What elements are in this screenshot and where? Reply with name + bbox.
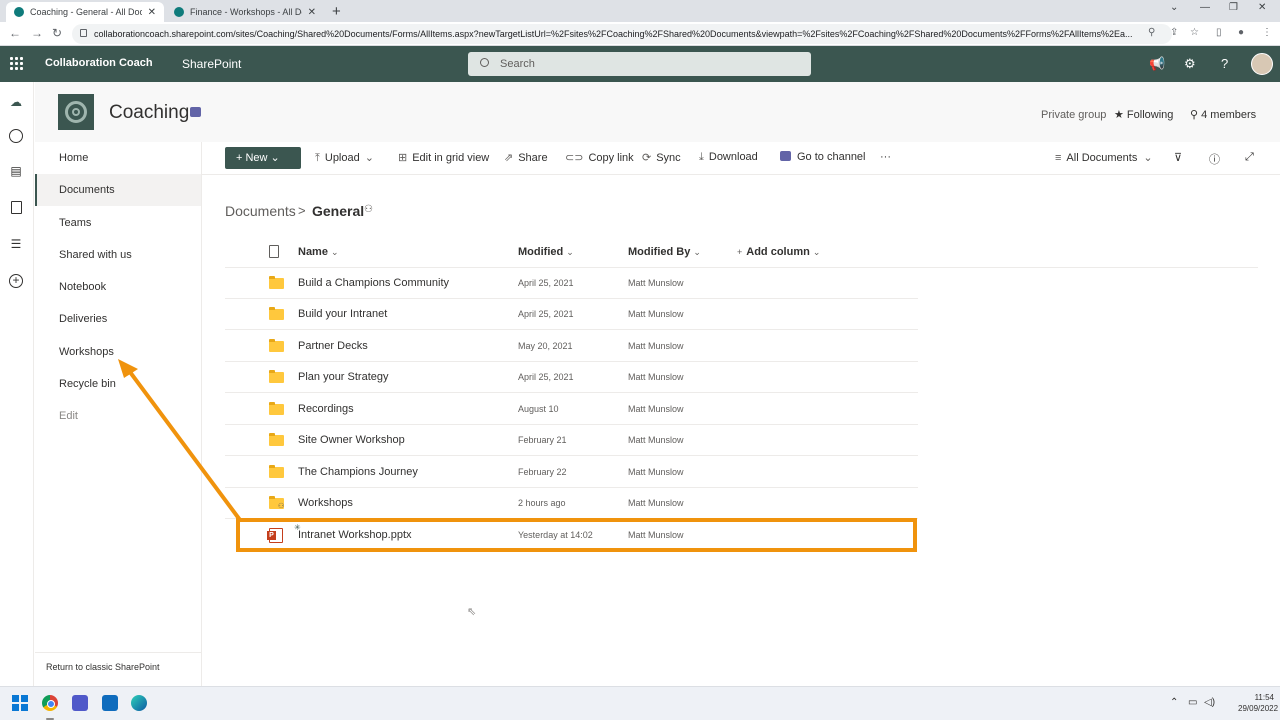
windows-start-icon[interactable] — [12, 695, 28, 711]
taskbar: ⌃ ▭ ◁) 11:54 29/09/2022 — [0, 686, 1280, 720]
teams-app-icon[interactable] — [72, 695, 88, 711]
clock-time: 11:54 — [1254, 693, 1274, 702]
network-icon[interactable]: ▭ — [1188, 697, 1197, 708]
mouse-cursor-icon: ⇖ — [467, 606, 477, 618]
volume-icon[interactable]: ◁) — [1204, 697, 1215, 708]
annotation-arrow — [118, 359, 242, 522]
tray-chevron-icon[interactable]: ⌃ — [1170, 697, 1178, 708]
edge-icon[interactable] — [131, 695, 147, 711]
system-clock[interactable]: 11:54 29/09/2022 — [1238, 692, 1279, 714]
chrome-icon[interactable] — [42, 695, 58, 711]
outlook-icon[interactable] — [102, 695, 118, 711]
annotation-highlight-box — [236, 518, 917, 552]
clock-date: 29/09/2022 — [1238, 704, 1279, 713]
